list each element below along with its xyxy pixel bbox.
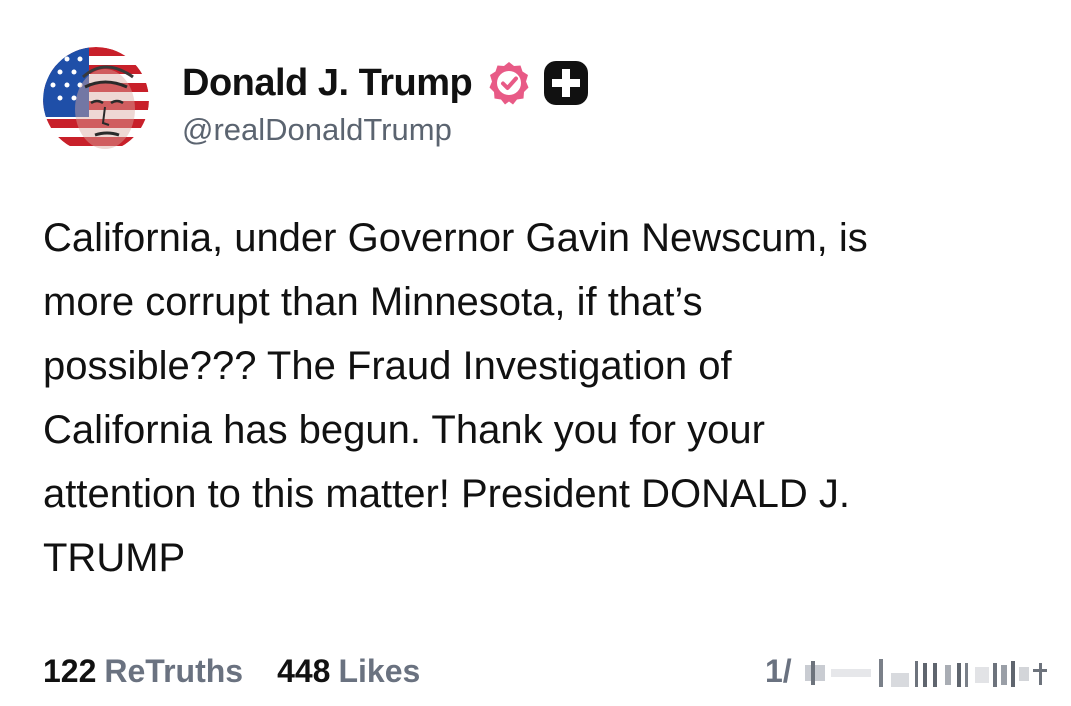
obscured-text: [805, 655, 1050, 691]
retruths-stat[interactable]: 122 ReTruths: [43, 653, 243, 690]
plus-badge-icon: [542, 59, 590, 107]
author-display-name[interactable]: Donald J. Trump: [182, 62, 473, 105]
author-handle[interactable]: @realDonaldTrump: [182, 112, 452, 148]
avatar-image: [43, 47, 149, 153]
likes-stat[interactable]: 448 Likes: [277, 653, 420, 690]
post-text: California, under Governor Gavin Newscum…: [43, 216, 868, 580]
page-indicator: 1/: [765, 652, 792, 689]
verified-badge-icon: [486, 60, 532, 106]
author-header: Donald J. Trump: [182, 58, 590, 108]
truth-post: Donald J. Trump @realDonaldTrump Califor…: [0, 0, 1071, 706]
retruths-label: ReTruths: [104, 652, 244, 689]
avatar[interactable]: [43, 47, 149, 153]
likes-label: Likes: [338, 652, 421, 689]
likes-count: 448: [277, 652, 331, 689]
post-stats: 122 ReTruths 448 Likes: [43, 648, 454, 694]
retruths-count: 122: [43, 652, 97, 689]
